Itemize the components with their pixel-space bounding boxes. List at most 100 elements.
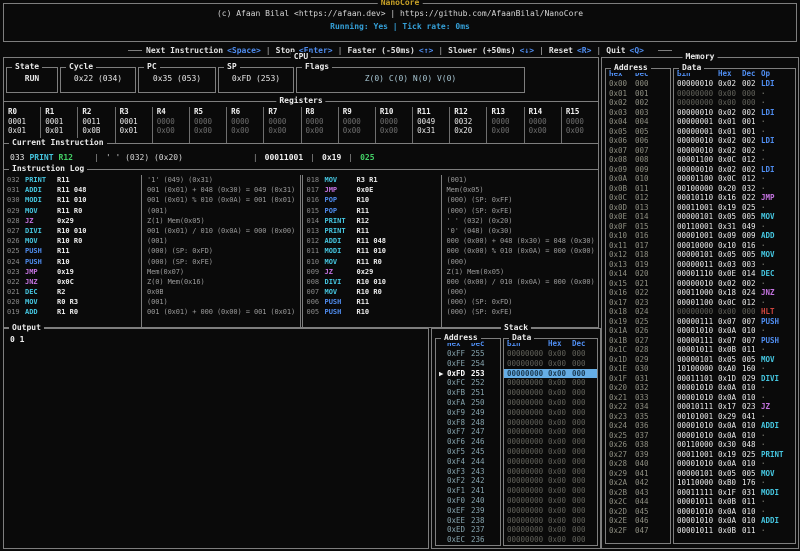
register-hex-value: 0x00 (566, 126, 598, 136)
stack-data-title: Data (509, 333, 534, 343)
memory-data-hex: 0x07 (718, 336, 742, 346)
log-detail-text: 001 (0x01) + 000 (0x00) = 001 (0x01) (142, 307, 295, 317)
memory-address-row: 0x04004 (606, 117, 670, 127)
pc-label: PC (144, 62, 160, 72)
memory-data-bin: 00000111 (677, 336, 718, 346)
stack-pointer-icon (439, 467, 447, 477)
memory-data-op: LDI (761, 136, 795, 146)
memory-address-row: 0x1A026 (606, 326, 670, 336)
memory-address-dec: 007 (635, 146, 649, 156)
memory-data-dec: 002 (742, 79, 761, 89)
register-cell: R7 0000 0x00 (263, 107, 300, 143)
stack-data-dec: 000 (572, 486, 591, 496)
memory-address-dec: 021 (635, 279, 649, 289)
register-cell: R4 0000 0x00 (152, 107, 189, 143)
log-detail-row: (000) (SP: 0xFD) (442, 297, 599, 307)
memory-address-row: 0x1D029 (606, 355, 670, 365)
log-line-number: 028 (7, 216, 21, 226)
stack-data-dec: 000 (572, 427, 591, 437)
stack-data-dec: 000 (572, 476, 591, 486)
stack-address-dec: 250 (471, 398, 485, 408)
memory-data-row: 000101100x16022JMP (674, 193, 795, 203)
log-args: 0x29 (357, 267, 374, 277)
register-hex-value: 0x01 (8, 126, 40, 136)
log-opcode: DEC (25, 287, 51, 297)
memory-address-hex: 0x28 (609, 459, 635, 469)
memory-address-dec: 040 (635, 459, 649, 469)
stack-address-row: ▶0xFD253 (436, 369, 500, 379)
stack-address-row: 0xFE254 (436, 359, 500, 369)
log-detail-text: (000) (SP: 0xFD) (142, 246, 213, 256)
registers-row: R0 0001 0x01 R1 0001 0x01 R2 0011 0x0B R… (4, 102, 598, 143)
memory-data-dec: 002 (742, 165, 761, 175)
memory-data-bin: 00000101 (677, 212, 718, 222)
ci-binary-value: 00011001 (265, 153, 304, 162)
register-hex-value: 0x00 (268, 126, 300, 136)
ci-separator: | (310, 153, 315, 162)
memory-data-hex: 0x0B (718, 526, 742, 536)
memory-data-bin: 00000101 (677, 250, 718, 260)
memory-data-bin: 00000010 (677, 136, 718, 146)
memory-address-hex: 0x2E (609, 516, 635, 526)
register-cell: R10 0000 0x00 (375, 107, 412, 143)
memory-address-dec: 000 (635, 79, 649, 89)
memory-data-dec: 012 (742, 298, 761, 308)
memory-address-hex: 0x1E (609, 364, 635, 374)
memory-data-hex: 0x02 (718, 136, 742, 146)
memory-data-bin: 00000010 (677, 146, 718, 156)
memory-data-row: 000001110x07007PUSH (674, 317, 795, 327)
log-left-instructions: 032PRINTR11031ADDIR11 048030MODIR11 0100… (4, 175, 142, 327)
log-left-details: '1' (049) (0x31)001 (0x01) + 048 (0x30) … (142, 175, 299, 327)
memory-data-op: JNZ (761, 288, 795, 298)
stack-address-hex: 0xFF (447, 349, 471, 359)
memory-data-bin: 00000010 (677, 165, 718, 175)
stack-data-hex: 0x00 (548, 486, 572, 496)
stack-address-hex: 0xEC (447, 535, 471, 545)
log-instruction-row: 011MODIR11 010 (304, 246, 441, 256)
memory-data-bin: 00000001 (677, 127, 718, 137)
menu-item[interactable]: Next Instruction<Space>| (146, 46, 276, 55)
stack-data-hex: 0x00 (548, 496, 572, 506)
stack-data-row: 000000000x00000 (504, 447, 597, 457)
stack-data-bin: 00000000 (507, 418, 548, 428)
log-detail-row: (000) (SP: 0xFE) (442, 206, 599, 216)
memory-data-bin: 00001100 (677, 155, 718, 165)
register-cell: R3 0001 0x01 (115, 107, 152, 143)
memory-address-dec: 008 (635, 155, 649, 165)
menu-item[interactable]: Stop<Enter>| (276, 46, 348, 55)
memory-data-row: 000000100x02002LDI (674, 136, 795, 146)
log-opcode: ADD (25, 307, 51, 317)
menu-item-label: Reset (549, 46, 573, 55)
stack-data-row: 000000000x00000 (504, 486, 597, 496)
log-detail-row: 000 (0x00) % 010 (0x0A) = 000 (0x00) (442, 246, 599, 256)
memory-data-bin: 00001001 (677, 231, 718, 241)
memory-address-row: 0x1B027 (606, 336, 670, 346)
stack-data-rows: 000000000x00000000000000x00000000000000x… (504, 349, 597, 545)
stack-data-dec: 000 (572, 349, 591, 359)
log-line-number: 008 (307, 277, 321, 287)
menu-separator: | (338, 46, 343, 55)
menu-item[interactable]: Quit<Q> (606, 46, 654, 55)
menu-item-key: <R> (577, 46, 591, 55)
stack-data-bin: 00000000 (507, 535, 548, 545)
menu-item[interactable]: Reset<R>| (549, 46, 606, 55)
memory-data-hex: 0x0E (718, 269, 742, 279)
memory-address-dec: 042 (635, 478, 649, 488)
log-args: R11 048 (357, 236, 387, 246)
menu-item[interactable]: Faster (-50ms)<↑>| (347, 46, 448, 55)
menu-item[interactable]: Slower (+50ms)<↓>| (448, 46, 549, 55)
memory-data-row: 001000000x20032· (674, 184, 795, 194)
register-dec-value: 0049 (417, 117, 449, 127)
memory-address-row: 0x20032 (606, 383, 670, 393)
memory-data-row: 000001110x07007PUSH (674, 336, 795, 346)
log-detail-row: 000 (0x00) + 048 (0x30) = 048 (0x30) (442, 236, 599, 246)
stack-pointer-icon (439, 359, 447, 369)
memory-data-op: MOV (761, 250, 795, 260)
log-detail-row: (000) (SP: 0xFD) (142, 246, 299, 256)
log-opcode: PUSH (325, 297, 351, 307)
log-args: R11 (57, 175, 70, 185)
memory-data-dec: 002 (742, 136, 761, 146)
memory-data-dec: 000 (742, 89, 761, 99)
stack-address-row: 0xFC252 (436, 378, 500, 388)
log-detail-row: (001) (142, 206, 299, 216)
